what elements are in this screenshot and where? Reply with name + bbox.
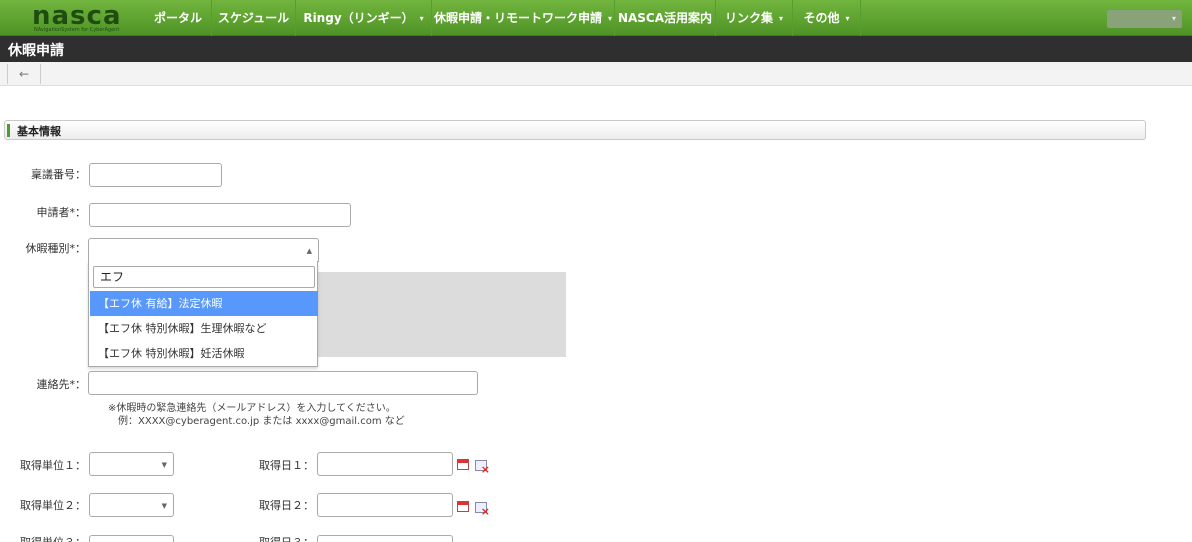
unit2-label: 取得単位２： [20, 499, 86, 512]
nav-schedule[interactable]: スケジュール [212, 0, 296, 36]
leave-type-label: 休暇種別*： [25, 242, 87, 255]
dropdown-search-input[interactable]: エフ [93, 266, 315, 288]
chevron-down-icon: ▾ [1171, 14, 1176, 23]
unit3-select[interactable] [89, 535, 174, 542]
back-button[interactable]: ← [7, 64, 41, 84]
leave-type-select[interactable]: ▲ [88, 238, 319, 262]
section-title: 基本情報 [17, 125, 61, 138]
applicant-label: 申請者*： [36, 206, 87, 219]
logo-tagline: NAvigationSystem for CyberAgent [34, 27, 120, 33]
user-menu-button[interactable]: ▾ [1107, 10, 1182, 28]
clear-date-icon[interactable] [475, 460, 490, 476]
chevron-down-icon: ▾ [779, 13, 784, 23]
date3-input[interactable] [317, 535, 453, 542]
page-title-bar: 休暇申請 [0, 36, 1192, 62]
arrow-left-icon: ← [18, 67, 30, 81]
clear-date-icon[interactable] [475, 502, 490, 518]
contact-label: 連絡先*： [36, 378, 87, 391]
page-title: 休暇申請 [8, 43, 64, 59]
unit2-select[interactable]: ▼ [89, 493, 174, 517]
unit3-label: 取得単位３： [4, 534, 86, 542]
top-nav: nasca NAvigationSystem for CyberAgent ポー… [0, 0, 1192, 36]
nav-nasca-guide[interactable]: NASCA活用案内 [615, 0, 716, 36]
nav-ringy[interactable]: Ringy（リンギー） ▾ [296, 0, 432, 36]
nav-links[interactable]: リンク集 ▾ [716, 0, 793, 36]
proposal-number-label: 稟議番号： [31, 168, 86, 181]
calendar-icon[interactable] [457, 459, 469, 470]
nav-portal-label: ポータル [153, 11, 202, 25]
dropdown-option[interactable]: 【エフ休 特別休暇】生理休暇など [90, 316, 318, 341]
nav-nasca-guide-label: NASCA活用案内 [617, 11, 713, 25]
nav-schedule-label: スケジュール [217, 11, 290, 25]
date1-label: 取得日１： [259, 459, 314, 472]
nav-ringy-label: Ringy（リンギー） [303, 11, 414, 25]
contact-input[interactable] [88, 371, 478, 395]
nasca-logo[interactable]: nasca NAvigationSystem for CyberAgent [26, 1, 126, 33]
leave-type-dropdown: エフ 【エフ休 有給】法定休暇 【エフ休 特別休暇】生理休暇など 【エフ休 特別… [88, 261, 318, 367]
page-toolbar: ← [0, 62, 1192, 86]
nav-leave-remote[interactable]: 休暇申請・リモートワーク申請 ▾ [432, 0, 615, 36]
nav-portal[interactable]: ポータル [145, 0, 212, 36]
calendar-icon[interactable] [457, 501, 469, 512]
nav-links-label: リンク集 [724, 11, 773, 25]
chevron-down-icon: ▼ [161, 502, 167, 510]
nav-other-label: その他 [803, 11, 840, 25]
chevron-down-icon: ▼ [161, 461, 167, 469]
nav-leave-remote-label: 休暇申請・リモートワーク申請 [433, 11, 602, 25]
chevron-down-icon: ▾ [845, 13, 850, 23]
proposal-number-input[interactable] [89, 163, 222, 187]
chevron-down-icon: ▾ [608, 13, 613, 23]
unit1-select[interactable]: ▼ [89, 452, 174, 476]
dropdown-option[interactable]: 【エフ休 有給】法定休暇 [90, 291, 318, 316]
applicant-input[interactable] [89, 203, 351, 227]
chevron-down-icon: ▾ [419, 13, 424, 23]
section-accent-bar [7, 124, 10, 137]
contact-example: 例：XXXX@cyberagent.co.jp または xxxx@gmail.c… [118, 416, 405, 427]
section-header-basic-info: 基本情報 [4, 120, 1146, 140]
unit1-label: 取得単位１： [20, 459, 86, 472]
chevron-up-icon: ▲ [306, 247, 312, 255]
dropdown-option[interactable]: 【エフ休 特別休暇】妊活休暇 [90, 341, 318, 366]
date2-label: 取得日２： [259, 499, 314, 512]
hidden-panel-area [317, 272, 566, 357]
nav-other[interactable]: その他 ▾ [793, 0, 861, 36]
date3-label: 取得日３： [240, 534, 314, 542]
date1-input[interactable] [317, 452, 453, 476]
date2-input[interactable] [317, 493, 453, 517]
